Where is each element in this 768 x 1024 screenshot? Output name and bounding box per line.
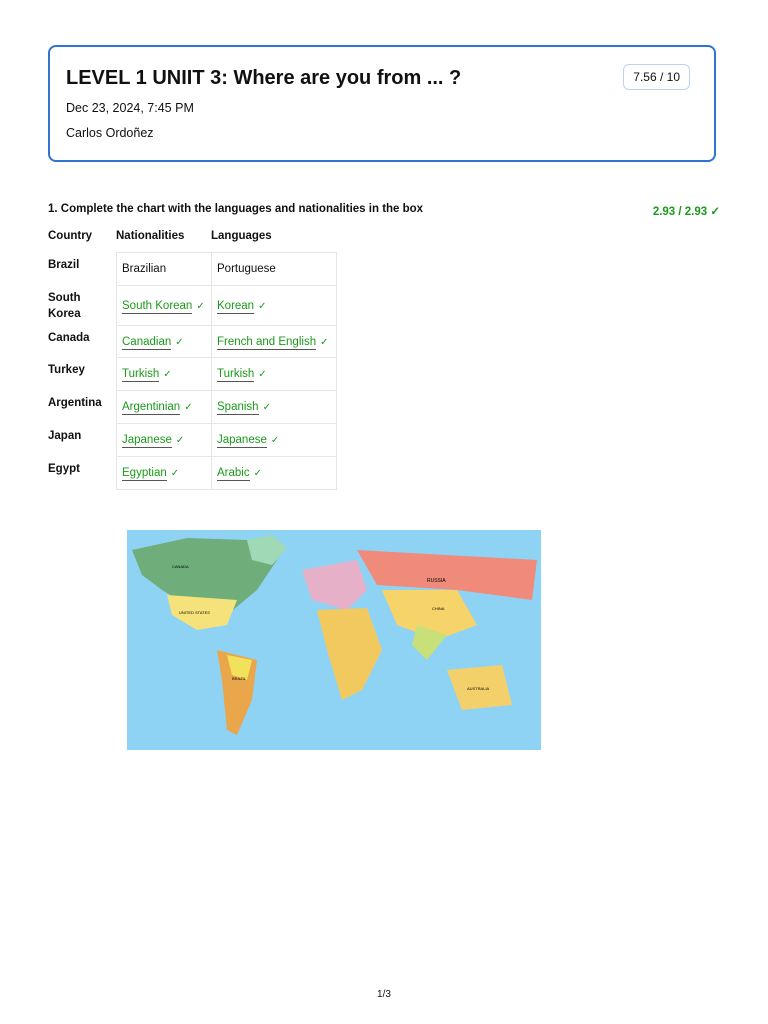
header-card: LEVEL 1 UNIIT 3: Where are you from ... … bbox=[48, 45, 716, 162]
check-icon: ✓ bbox=[175, 435, 185, 446]
check-icon: ✓ bbox=[253, 468, 262, 479]
map-label-china: CHINA bbox=[432, 606, 445, 611]
language-cell: Turkish ✓ bbox=[211, 357, 337, 391]
check-icon: ✓ bbox=[184, 402, 193, 413]
language-answer[interactable]: Spanish bbox=[217, 401, 259, 415]
map-label-australia: AUSTRALIA bbox=[467, 686, 490, 691]
check-icon: ✓ bbox=[196, 300, 205, 312]
map-label-brazil: BRAZIL bbox=[232, 676, 247, 681]
country-label: South Korea bbox=[48, 292, 81, 320]
language-cell: Arabic ✓ bbox=[211, 456, 337, 490]
question-text: 1. Complete the chart with the languages… bbox=[48, 203, 424, 215]
nationality-cell: Egyptian ✓ bbox=[116, 456, 212, 490]
nationality-answer[interactable]: Turkish bbox=[122, 368, 160, 382]
table-row: South Korean ✓ Korean ✓ bbox=[116, 285, 337, 326]
check-icon: ✓ bbox=[175, 336, 184, 348]
page: LEVEL 1 UNIIT 3: Where are you from ... … bbox=[0, 0, 768, 1024]
table-row: Egyptian ✓ Arabic ✓ bbox=[116, 456, 337, 490]
header-nationalities: Nationalities bbox=[116, 230, 185, 242]
language-cell: French and English ✓ bbox=[211, 325, 337, 358]
map-label-canada: CANADA bbox=[172, 564, 189, 569]
country-label: Argentina bbox=[48, 397, 102, 409]
check-icon: ✓ bbox=[320, 336, 329, 348]
country-label: Japan bbox=[48, 430, 82, 442]
check-icon: ✓ bbox=[262, 402, 271, 413]
nationality-answer[interactable]: Egyptian bbox=[122, 467, 167, 481]
language-answer[interactable]: Arabic bbox=[217, 467, 250, 481]
total-score-badge: 7.56 / 10 bbox=[623, 64, 690, 90]
date: Dec 23, 2024, 7:45 PM bbox=[66, 101, 194, 115]
table-row: Argentinian ✓ Spanish ✓ bbox=[116, 390, 337, 424]
language-answer[interactable]: Turkish bbox=[217, 368, 255, 382]
nationality-answer[interactable]: Japanese bbox=[122, 434, 172, 448]
check-icon: ✓ bbox=[163, 369, 172, 380]
country-label: Brazil bbox=[48, 259, 80, 271]
check-icon: ✓ bbox=[170, 468, 180, 479]
table-row: Turkish ✓ Turkish ✓ bbox=[116, 357, 337, 391]
language-cell: Spanish ✓ bbox=[211, 390, 337, 424]
language-answer[interactable]: French and English bbox=[217, 335, 317, 350]
world-map: RUSSIA CANADA UNITED STATES BRAZIL CHINA… bbox=[127, 530, 541, 750]
author: Carlos Ordoñez bbox=[66, 126, 154, 140]
nationality-cell: Turkish ✓ bbox=[116, 357, 212, 391]
check-icon: ✓ bbox=[258, 369, 267, 380]
country-label: Canada bbox=[48, 332, 90, 344]
nationality-answer[interactable]: Canadian bbox=[122, 335, 172, 350]
table-row: Japanese ✓ Japanese ✓ bbox=[116, 423, 337, 457]
language-answer[interactable]: Korean bbox=[217, 299, 255, 314]
language-cell: Portuguese bbox=[211, 252, 337, 286]
nationality-cell: Canadian ✓ bbox=[116, 325, 212, 358]
nationality-cell: Japanese ✓ bbox=[116, 423, 212, 457]
map-label-us: UNITED STATES bbox=[179, 610, 210, 615]
language-answer[interactable]: Japanese bbox=[217, 434, 267, 448]
header-languages: Languages bbox=[211, 230, 272, 242]
country-label: Turkey bbox=[48, 364, 85, 376]
nationality-cell: South Korean ✓ bbox=[116, 285, 212, 326]
country-label: Egypt bbox=[48, 463, 80, 475]
table-row: Canadian ✓ French and English ✓ bbox=[116, 325, 337, 358]
check-icon: ✓ bbox=[258, 300, 267, 312]
question-score: 2.93 / 2.93 ✓ bbox=[652, 206, 720, 218]
check-icon: ✓ bbox=[270, 435, 280, 446]
language-answer: Portuguese bbox=[217, 263, 276, 275]
page-number: 1/3 bbox=[377, 989, 391, 1000]
nationality-answer[interactable]: Argentinian bbox=[122, 401, 181, 415]
nationality-cell: Brazilian bbox=[116, 252, 212, 286]
map-label-russia: RUSSIA bbox=[427, 578, 446, 584]
table-row: Brazilian Portuguese bbox=[116, 252, 337, 286]
language-cell: Japanese ✓ bbox=[211, 423, 337, 457]
nationality-answer[interactable]: South Korean bbox=[122, 299, 193, 314]
language-cell: Korean ✓ bbox=[211, 285, 337, 326]
page-title: LEVEL 1 UNIIT 3: Where are you from ... … bbox=[66, 67, 462, 89]
answer-table: Brazilian Portuguese South Korean ✓ Korean ✓ C… bbox=[116, 252, 337, 490]
nationality-answer: Brazilian bbox=[122, 263, 167, 275]
nationality-cell: Argentinian ✓ bbox=[116, 390, 212, 424]
header-country: Country bbox=[48, 230, 93, 242]
